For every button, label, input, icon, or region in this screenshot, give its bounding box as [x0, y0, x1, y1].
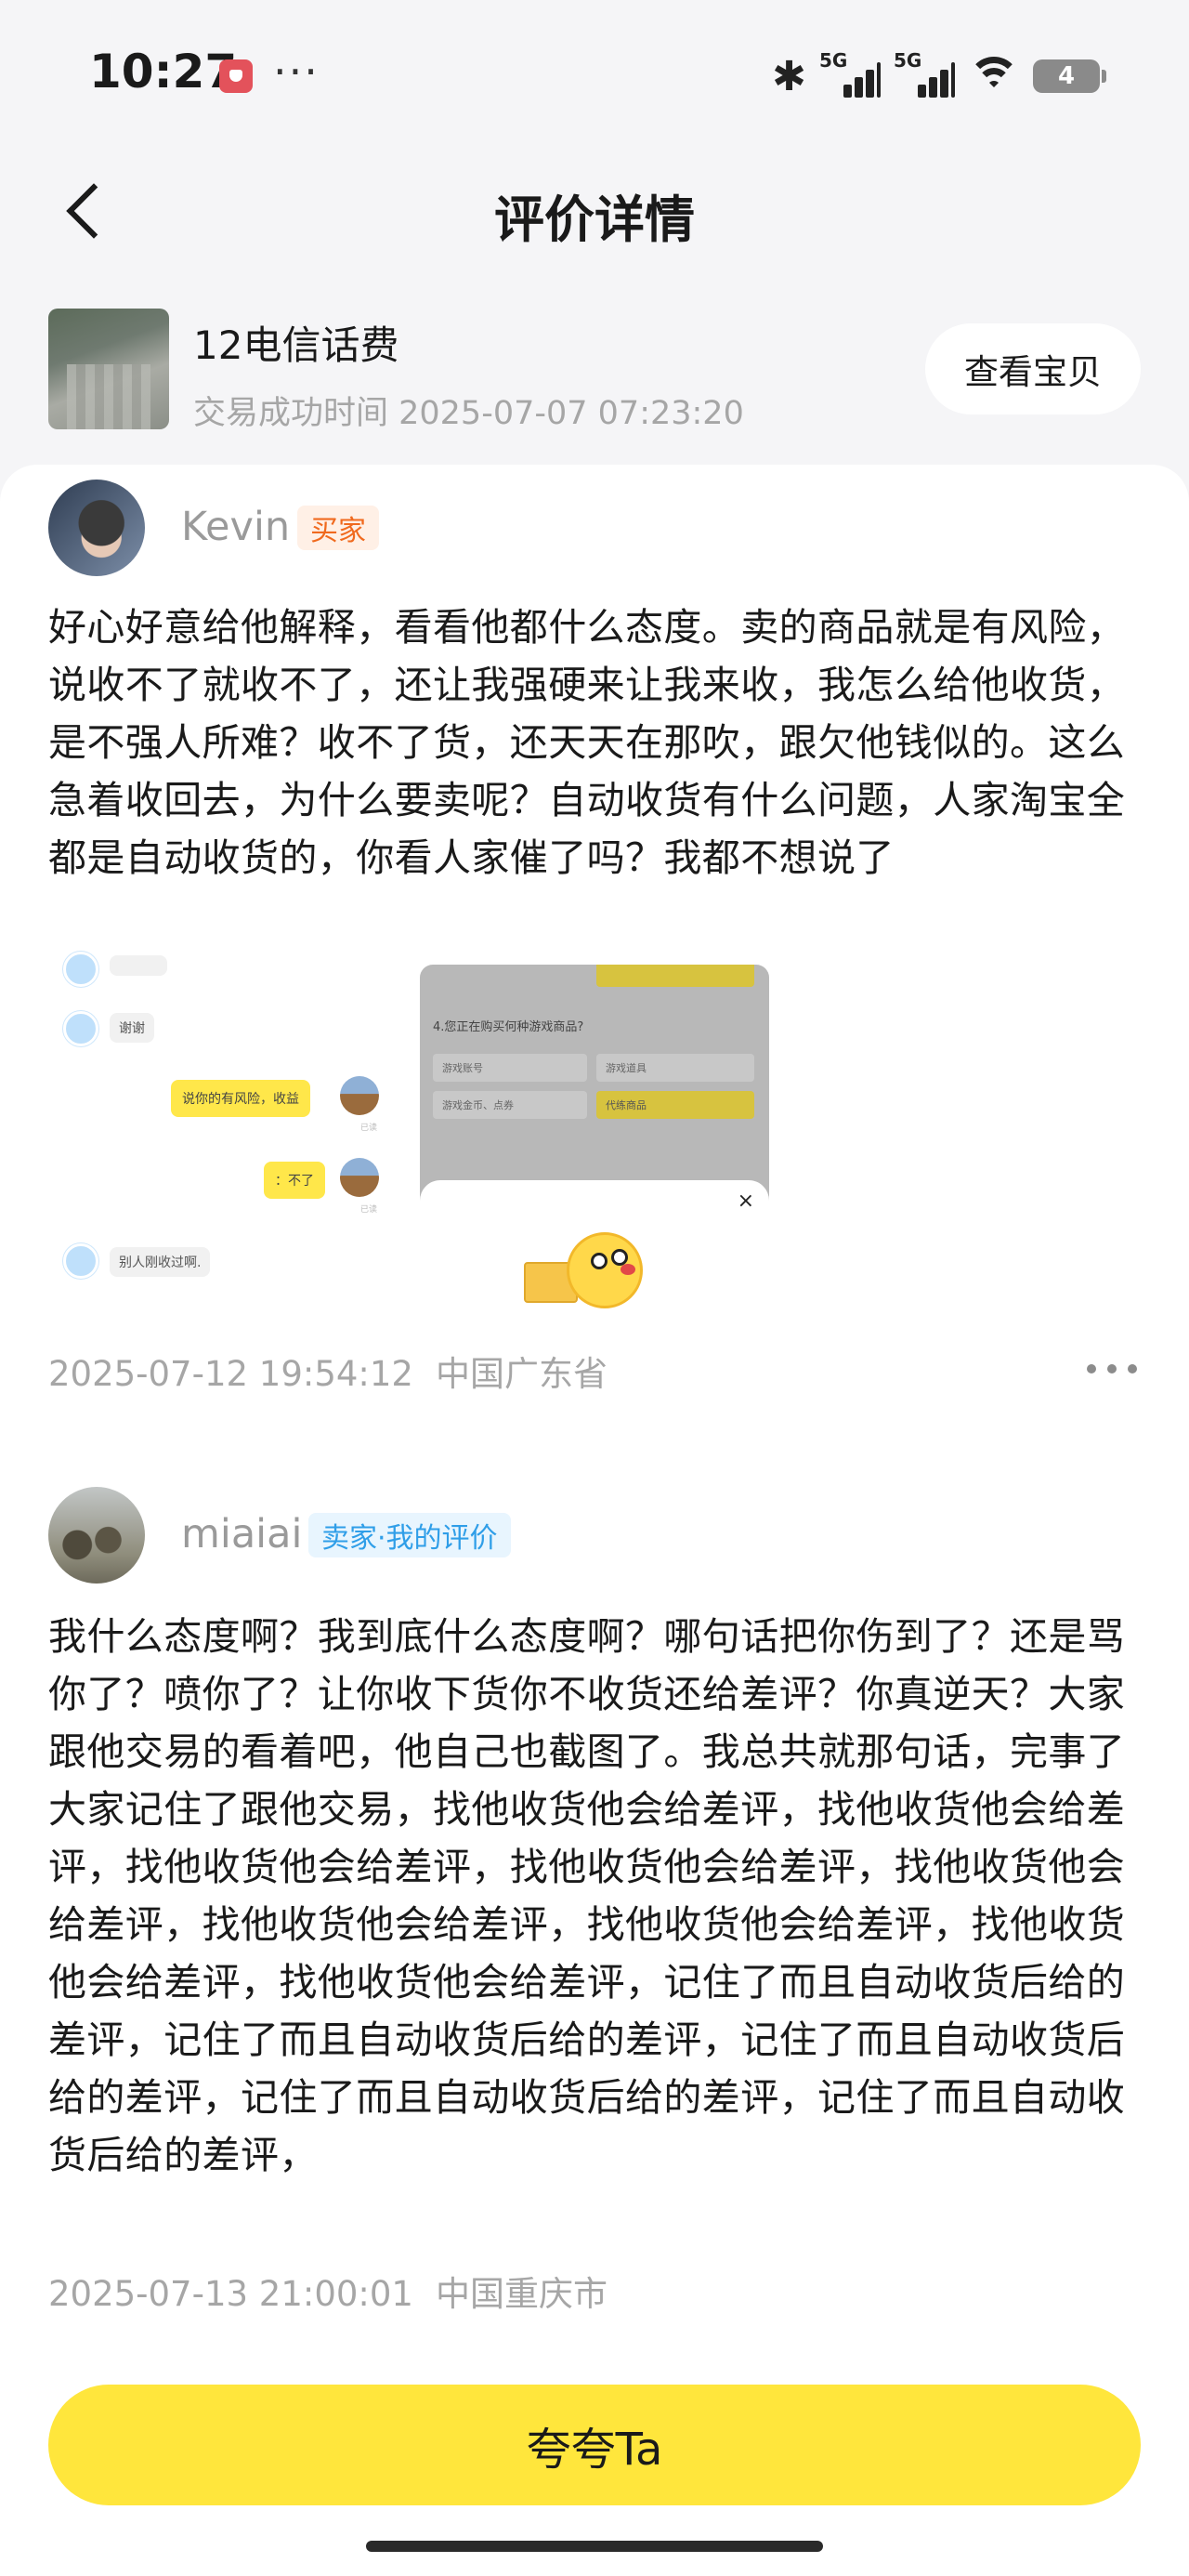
form-option: 游戏道具 — [596, 1054, 754, 1082]
status-time: 10:27 — [89, 45, 238, 99]
mascot-icon — [524, 1225, 660, 1318]
form-question: 4.您正在购买何种游戏商品? — [433, 1020, 584, 1034]
chat-message: 别人刚收过啊. — [110, 1247, 211, 1277]
buyer-badge: 买家 — [297, 506, 379, 550]
more-options-icon[interactable] — [1085, 1359, 1141, 1377]
review-meta: 2025-07-12 19:54:12 中国广东省 — [48, 1346, 608, 1396]
product-card: 12电信话费 交易成功时间 2025-07-07 07:23:20 查看宝贝 — [48, 297, 1141, 437]
avatar[interactable] — [48, 480, 145, 576]
form-screenshot: 4.您正在购买何种游戏商品? 游戏账号 游戏道具 游戏金币、点券 代练商品 × — [420, 965, 769, 1318]
signal-icon: 5G — [819, 49, 881, 98]
username[interactable]: miaiai — [181, 1511, 302, 1557]
review-location: 中国广东省 — [435, 1354, 608, 1394]
form-option: 代练商品 — [596, 1091, 754, 1119]
nav-bar: 评价详情 — [0, 149, 1189, 269]
network-type-label-2: 5G — [894, 49, 922, 72]
transaction-time: 交易成功时间 2025-07-07 07:23:20 — [193, 395, 744, 432]
chat-message: 谢谢 — [110, 1013, 154, 1043]
notification-app-icon — [219, 59, 253, 93]
avatar[interactable] — [48, 1487, 145, 1584]
praise-button[interactable]: 夸夸Ta — [48, 2385, 1141, 2505]
form-option: 游戏金币、点券 — [433, 1091, 587, 1119]
review-meta: 2025-07-13 21:00:01 中国重庆市 — [48, 2266, 608, 2316]
network-type-label: 5G — [819, 49, 848, 72]
wifi-icon — [968, 55, 1020, 98]
chat-message: 说你的有风险，收益 — [171, 1080, 310, 1117]
form-option: 游戏账号 — [433, 1054, 587, 1082]
status-icons: ✱ 5G 5G 4 — [772, 49, 1106, 102]
review-text: 好心好意给他解释，看看他都什么态度。卖的商品就是有风险，说收不了就收不了，还让我… — [48, 605, 1126, 880]
review-buyer: Kevin 买家 好心好意给他解释，看看他都什么态度。卖的商品就是有风险，说收不… — [48, 474, 1141, 1403]
page-title: 评价详情 — [494, 191, 695, 249]
username[interactable]: Kevin — [181, 504, 290, 550]
review-location: 中国重庆市 — [435, 2274, 608, 2314]
bluetooth-icon: ✱ — [772, 52, 806, 100]
review-image[interactable]: 谢谢 说你的有风险，收益 已读 ：不了 已读 别人刚收过啊. 4.您正在购买何种… — [48, 952, 769, 1318]
view-item-button[interactable]: 查看宝贝 — [925, 323, 1141, 414]
review-text: 我什么态度啊？我到底什么态度啊？哪句话把你伤到了？还是骂你了？喷你了？让你收下货… — [48, 1614, 1126, 2177]
battery-icon: 4 — [1033, 59, 1106, 93]
chat-screenshot: 谢谢 说你的有风险，收益 已读 ：不了 已读 别人刚收过啊. — [48, 952, 392, 1318]
review-date: 2025-07-12 19:54:12 — [48, 1354, 413, 1394]
product-title[interactable]: 12电信话费 — [193, 314, 399, 371]
review-date: 2025-07-13 21:00:01 — [48, 2274, 413, 2314]
review-seller: miaiai 卖家·我的评价 我什么态度啊？我到底什么态度啊？哪句话把你伤到了？… — [48, 1483, 1141, 2320]
home-indicator[interactable] — [366, 2541, 823, 2552]
close-icon: × — [737, 1189, 754, 1213]
signal-icon-2: 5G — [894, 49, 955, 98]
more-notifications-icon: ··· — [273, 46, 320, 97]
product-thumbnail[interactable] — [48, 309, 169, 429]
seller-badge: 卖家·我的评价 — [308, 1513, 511, 1557]
status-bar: 10:27 ··· ✱ 5G 5G 4 — [0, 0, 1189, 149]
chat-message: ：不了 — [264, 1162, 325, 1199]
